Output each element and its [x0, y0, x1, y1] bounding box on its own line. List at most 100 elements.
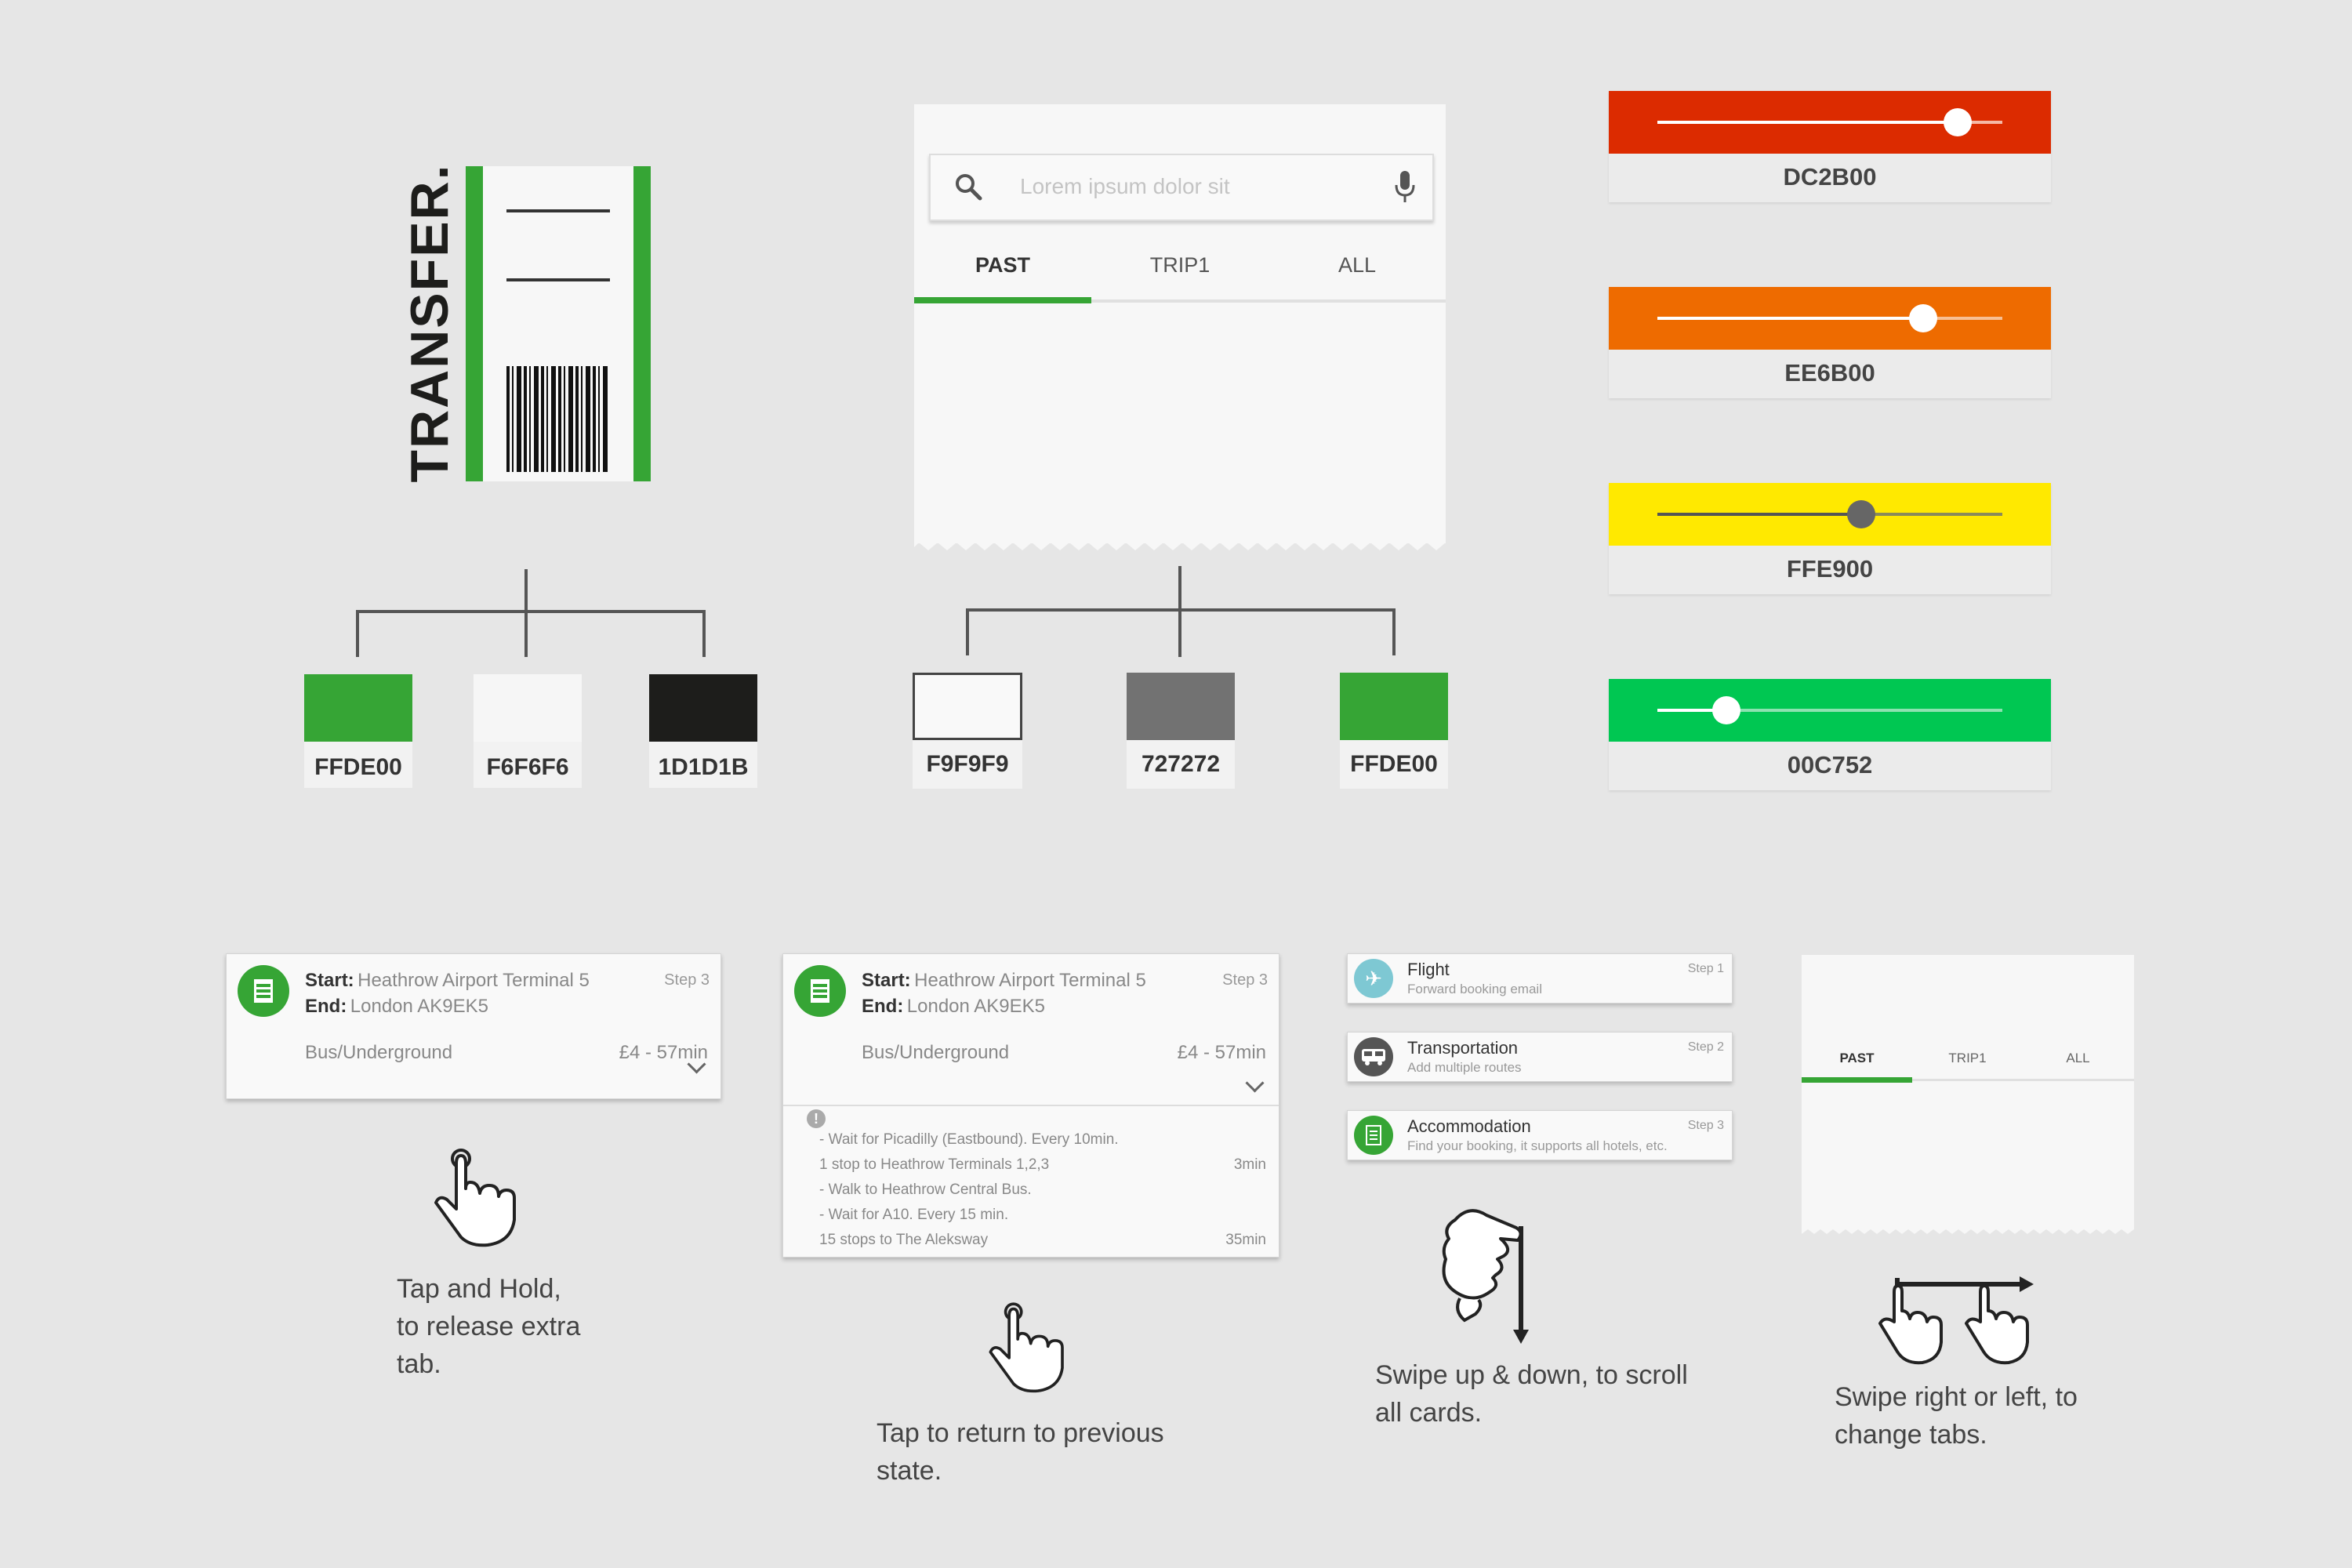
search-input[interactable]: Lorem ipsum dolor sit	[1020, 174, 1230, 199]
route-detail: - Wait for A10. Every 15 min.	[819, 1207, 1009, 1223]
search-panel: Lorem ipsum dolor sit PAST TRIP1 ALL	[914, 104, 1446, 543]
step-label: Step 3	[664, 971, 710, 989]
slider-track[interactable]	[1657, 709, 2002, 712]
swatch-label: F9F9F9	[926, 751, 1009, 777]
tap-hold-hand-icon	[434, 1149, 516, 1247]
slider-color-bar	[1609, 287, 2051, 350]
booking-title: Flight	[1407, 960, 1450, 979]
start-label: Start:	[862, 970, 911, 991]
mini-tab-panel: PAST TRIP1 ALL	[1802, 955, 2134, 1229]
caption-swipe-updown: Swipe up & down, to scroll all cards.	[1375, 1360, 1688, 1428]
swatch-label: 1D1D1B	[658, 754, 749, 780]
slider-color-bar	[1609, 679, 2051, 742]
route-card[interactable]: Start: Heathrow Airport Terminal 5 End: …	[226, 953, 721, 1099]
swatch-color	[474, 674, 582, 742]
step-label: Step 2	[1687, 1040, 1724, 1054]
booking-subtitle: Find your booking, it supports all hotel…	[1407, 1138, 1668, 1153]
mini-tab-trip1[interactable]: TRIP1	[1912, 1051, 2023, 1066]
ticket-line	[506, 209, 610, 212]
route-detail: 15 stops to The Aleksway	[819, 1232, 989, 1248]
mini-tab-all[interactable]: ALL	[2023, 1051, 2133, 1066]
info-icon: !	[807, 1109, 826, 1128]
start-label: Start:	[305, 970, 354, 991]
slider-thumb[interactable]	[1943, 108, 1972, 136]
transport-mode: Bus/Underground	[305, 1042, 453, 1063]
start-value: Heathrow Airport Terminal 5	[358, 970, 590, 991]
color-swatch: FFDE00	[1340, 673, 1448, 789]
plane-icon: ✈	[1354, 959, 1393, 998]
tree-connector	[1392, 608, 1396, 655]
tree-connector	[1178, 566, 1181, 657]
tree-connector	[524, 569, 528, 657]
transfer-title: TRANSFER.	[400, 163, 459, 483]
booking-title: Accommodation	[1407, 1116, 1531, 1136]
route-detail: - Wait for Picadilly (Eastbound). Every …	[819, 1131, 1119, 1148]
color-slider-card: FFE900	[1609, 483, 2051, 594]
swatch-color	[1127, 673, 1235, 740]
document-icon	[238, 965, 289, 1017]
swatch-label: FFDE00	[1350, 751, 1438, 777]
caption-tap-return: Tap to return to previous state.	[877, 1418, 1164, 1486]
slider-hex-label: 00C752	[1787, 751, 1873, 779]
step-label: Step 1	[1687, 962, 1724, 975]
torn-edge	[1802, 1223, 2134, 1234]
color-slider-card: EE6B00	[1609, 287, 2051, 398]
booking-card-transportation[interactable]: Transportation Add multiple routes Step …	[1347, 1032, 1733, 1082]
booking-card-flight[interactable]: ✈ Flight Forward booking email Step 1	[1347, 953, 1733, 1004]
end-value: London AK9EK5	[906, 996, 1045, 1017]
ticket-graphic	[466, 166, 651, 481]
search-icon[interactable]	[953, 171, 984, 202]
chevron-down-icon[interactable]	[1245, 1073, 1265, 1093]
route-detail: 1 stop to Heathrow Terminals 1,2,3	[819, 1156, 1050, 1173]
slider-hex-label: EE6B00	[1784, 359, 1875, 387]
slider-thumb[interactable]	[1846, 500, 1875, 528]
tree-connector	[702, 610, 706, 657]
slider-track[interactable]	[1657, 317, 2002, 320]
step-label: Step 3	[1687, 1119, 1724, 1132]
swatch-color	[913, 673, 1022, 740]
divider	[783, 1105, 1279, 1106]
active-tab-indicator	[914, 297, 1091, 303]
swatch-label: F6F6F6	[486, 754, 569, 780]
tab-trip1[interactable]: TRIP1	[1091, 253, 1269, 278]
color-swatch: 1D1D1B	[649, 674, 757, 788]
booking-subtitle: Forward booking email	[1407, 982, 1542, 996]
mini-tab-past[interactable]: PAST	[1802, 1051, 1912, 1066]
end-value: London AK9EK5	[350, 996, 488, 1017]
color-swatch: FFDE00	[304, 674, 412, 788]
slider-thumb[interactable]	[1908, 304, 1937, 332]
transport-mode: Bus/Underground	[862, 1042, 1010, 1063]
ticket-line	[506, 278, 610, 281]
tab-past[interactable]: PAST	[914, 253, 1091, 278]
caption-tap-hold: Tap and Hold, to release extra tab.	[397, 1274, 581, 1379]
slider-track[interactable]	[1657, 513, 2002, 516]
swatch-color	[649, 674, 757, 742]
tab-all[interactable]: ALL	[1269, 253, 1446, 278]
swatch-color	[1340, 673, 1448, 740]
end-label: End:	[862, 996, 904, 1017]
microphone-icon[interactable]	[1393, 169, 1417, 205]
color-slider-card: 00C752	[1609, 679, 2051, 790]
color-slider-card: DC2B00	[1609, 91, 2051, 202]
route-card-expanded[interactable]: Start: Heathrow Airport Terminal 5 End: …	[782, 953, 1279, 1258]
color-swatch: F6F6F6	[474, 674, 582, 788]
route-detail: - Walk to Heathrow Central Bus.	[819, 1181, 1032, 1198]
step-label: Step 3	[1222, 971, 1268, 989]
price-duration: £4 - 57min	[1177, 1042, 1266, 1063]
bus-icon	[1354, 1037, 1393, 1076]
tree-connector	[356, 610, 359, 657]
slider-hex-label: DC2B00	[1783, 163, 1877, 191]
swatch-color	[304, 674, 412, 742]
slider-color-bar	[1609, 483, 2051, 546]
search-bar[interactable]: Lorem ipsum dolor sit	[929, 154, 1434, 221]
route-detail-time: 35min	[1225, 1232, 1266, 1248]
color-swatch: 727272	[1127, 673, 1235, 789]
slider-thumb[interactable]	[1712, 696, 1740, 724]
start-value: Heathrow Airport Terminal 5	[914, 970, 1146, 991]
caption-swipe-lr: Swipe right or left, to change tabs.	[1835, 1382, 2078, 1450]
booking-card-accommodation[interactable]: Accommodation Find your booking, it supp…	[1347, 1110, 1733, 1160]
swatch-label: 727272	[1141, 751, 1221, 777]
slider-hex-label: FFE900	[1786, 555, 1874, 583]
end-label: End:	[305, 996, 347, 1017]
swipe-vertical-hand-icon	[1442, 1209, 1529, 1344]
